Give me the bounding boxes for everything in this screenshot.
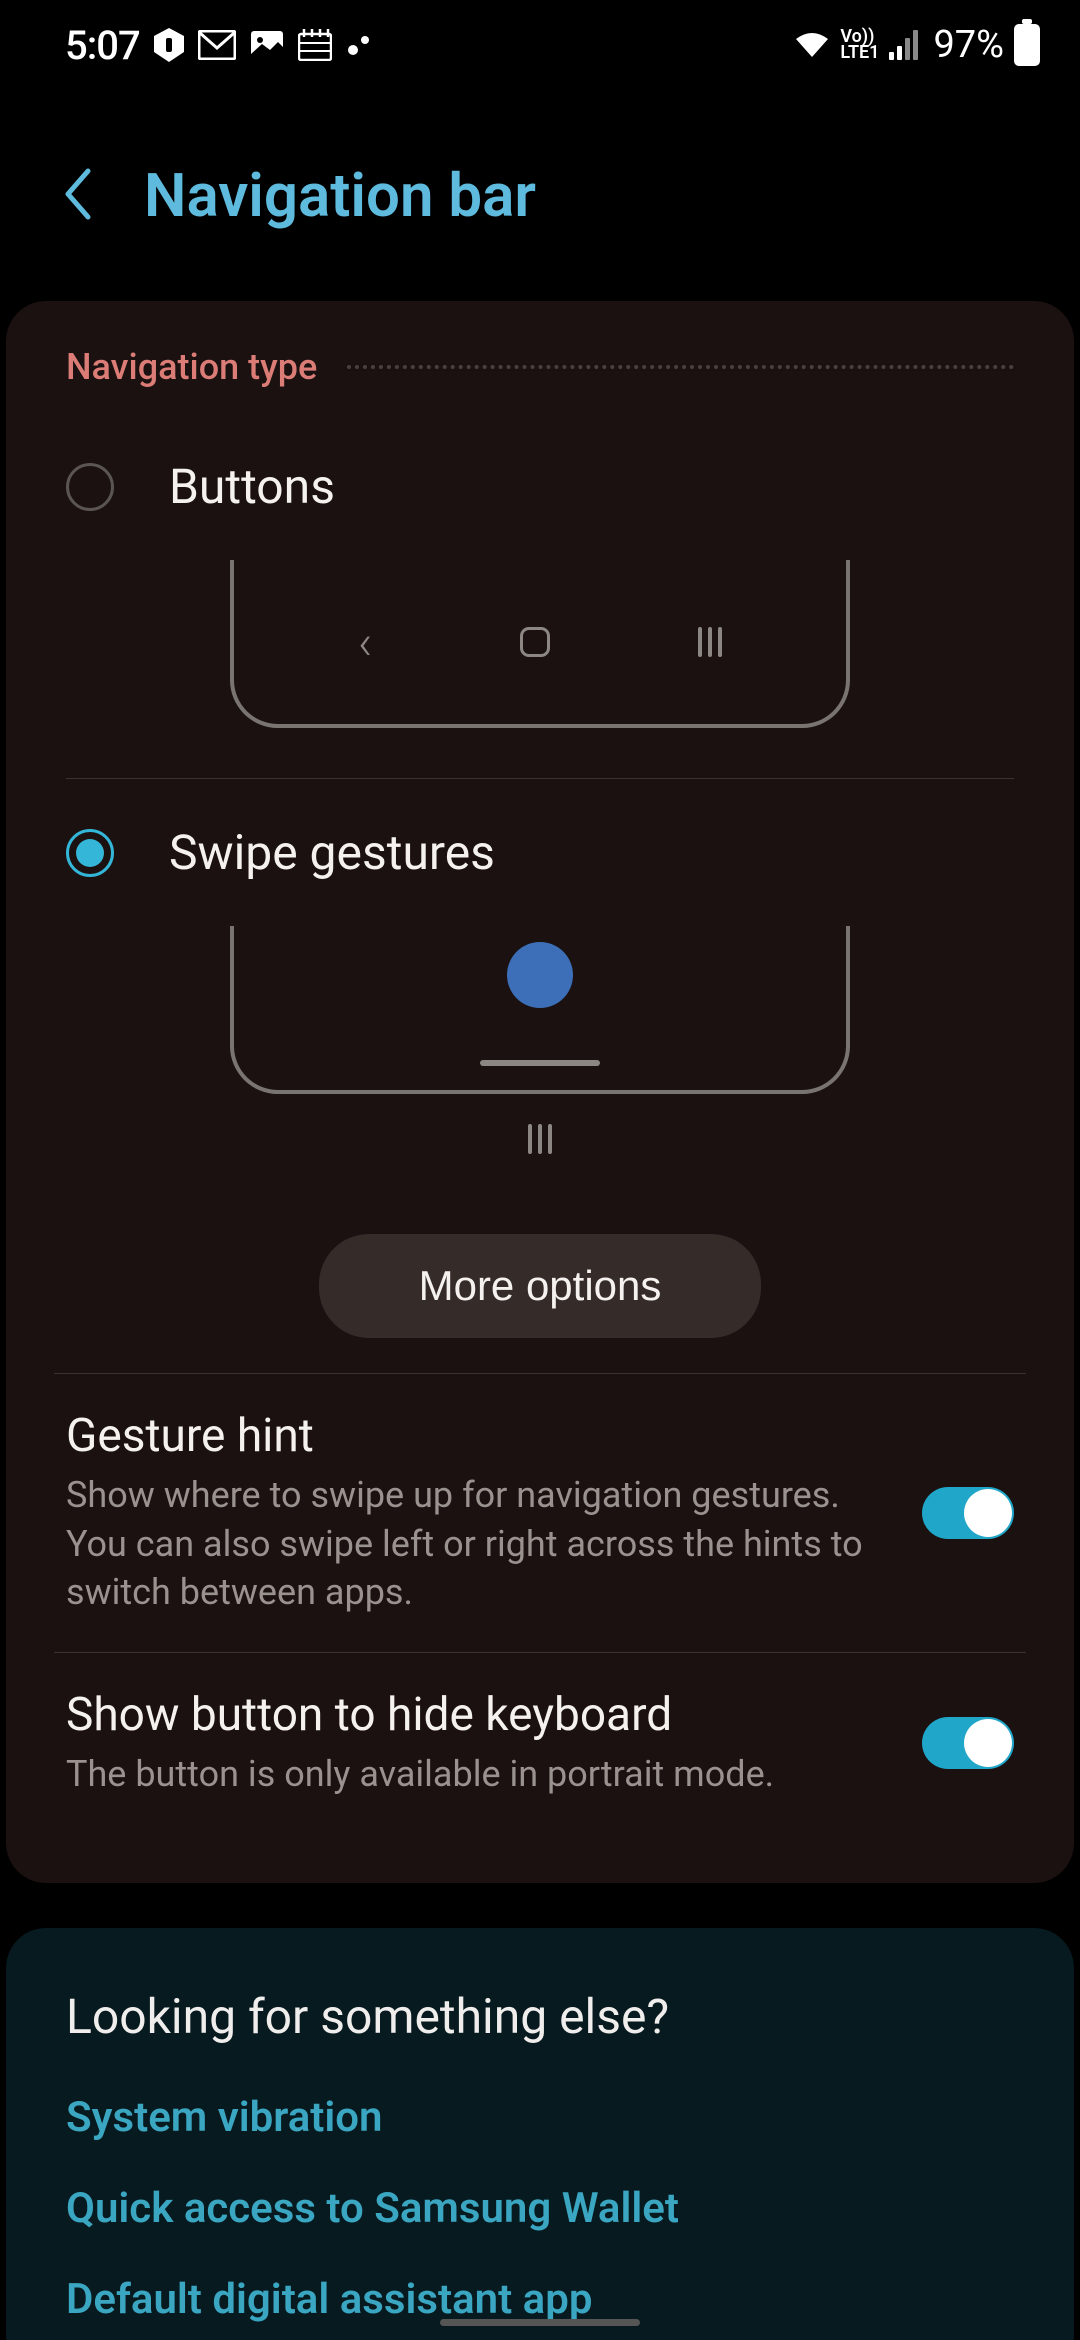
preview-frame-icon: ‹ [230, 560, 850, 728]
page-title: Navigation bar [144, 160, 536, 231]
radio-label: Buttons [169, 458, 335, 515]
gesture-dot-icon [507, 942, 573, 1008]
settings-card: Navigation type Buttons ‹ Swipe gestures… [6, 301, 1074, 1883]
wifi-icon [794, 31, 830, 59]
buttons-preview: ‹ [6, 550, 1074, 778]
hide-keyboard-desc: The button is only available in portrait… [66, 1750, 892, 1799]
battery-percent: 97% [933, 23, 1004, 67]
section-divider-icon [347, 365, 1014, 369]
page-header: Navigation bar [0, 90, 1080, 301]
navigation-type-buttons[interactable]: Buttons [6, 438, 1074, 550]
related-title: Looking for something else? [66, 1988, 1014, 2045]
radio-selected-icon [66, 829, 114, 877]
link-digital-assistant[interactable]: Default digital assistant app [66, 2275, 1014, 2324]
radio-unselected-icon [66, 463, 114, 511]
signal-icon [889, 30, 923, 60]
home-nav-icon [520, 627, 550, 657]
toggle-text: Gesture hint Show where to swipe up for … [66, 1409, 892, 1617]
more-notifications-icon [346, 32, 372, 58]
back-nav-icon: ‹ [358, 614, 372, 671]
gesture-bar-icon [480, 1060, 600, 1066]
link-samsung-wallet[interactable]: Quick access to Samsung Wallet [66, 2184, 1014, 2233]
status-left: 5:07 [65, 22, 372, 69]
toggle-text: Show button to hide keyboard The button … [66, 1688, 892, 1799]
calendar-icon [298, 29, 332, 61]
navigation-type-swipe[interactable]: Swipe gestures [6, 779, 1074, 916]
back-button[interactable] [60, 167, 94, 225]
hide-keyboard-title: Show button to hide keyboard [66, 1688, 892, 1742]
gesture-hint-preview [6, 1124, 1074, 1204]
section-header: Navigation type [6, 346, 1074, 438]
status-right: Vo)) LTE1 97% [794, 23, 1040, 67]
notification-icon [154, 28, 184, 62]
status-bar: 5:07 Vo)) LTE1 97% [0, 0, 1080, 90]
gesture-hint-row[interactable]: Gesture hint Show where to swipe up for … [6, 1374, 1074, 1652]
hide-keyboard-row[interactable]: Show button to hide keyboard The button … [6, 1653, 1074, 1834]
more-options-button[interactable]: More options [319, 1234, 762, 1338]
recents-nav-icon [698, 627, 722, 657]
related-links-card: Looking for something else? System vibra… [6, 1928, 1074, 2340]
gesture-hint-desc: Show where to swipe up for navigation ge… [66, 1471, 892, 1617]
recents-nav-icon [528, 1124, 552, 1154]
gesture-hint-title: Gesture hint [66, 1409, 892, 1463]
battery-icon [1014, 24, 1040, 66]
status-time: 5:07 [65, 22, 140, 69]
system-gesture-handle-icon [440, 2319, 640, 2326]
gmail-icon [198, 30, 236, 60]
gesture-hint-toggle[interactable] [922, 1487, 1014, 1539]
swipe-preview [6, 916, 1074, 1124]
gallery-icon [250, 30, 284, 60]
section-title: Navigation type [66, 346, 317, 388]
hide-keyboard-toggle[interactable] [922, 1717, 1014, 1769]
link-system-vibration[interactable]: System vibration [66, 2093, 1014, 2142]
network-type: Vo)) LTE1 [840, 29, 879, 61]
preview-frame-icon [230, 926, 850, 1094]
radio-label: Swipe gestures [169, 824, 495, 881]
